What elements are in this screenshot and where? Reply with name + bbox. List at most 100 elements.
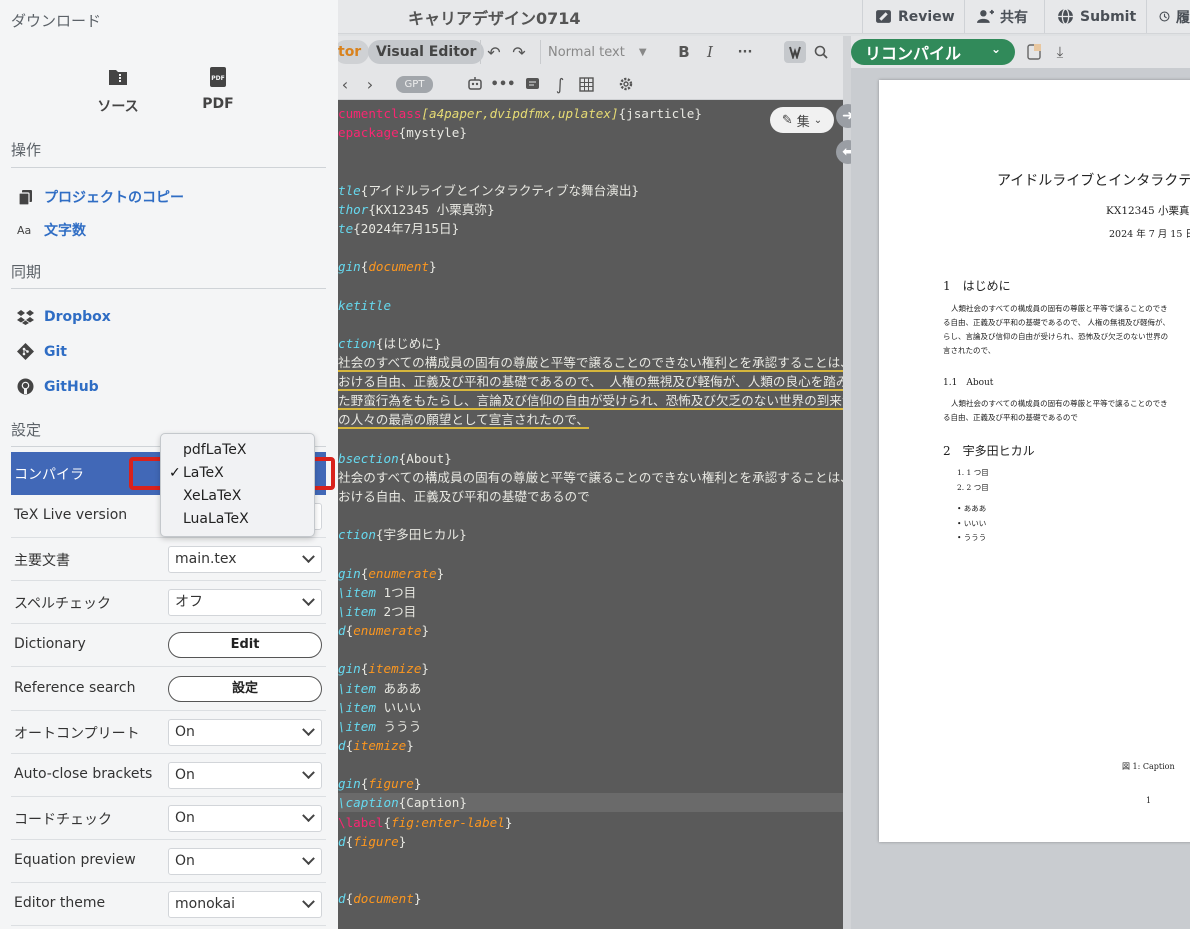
copy-project-link[interactable]: プロジェクトのコピー	[17, 187, 184, 207]
redo-icon[interactable]: ↷	[509, 42, 529, 62]
chevron-down-icon	[302, 765, 315, 779]
pdf-title: アイドルライブとインタラクテ	[997, 173, 1190, 189]
setting-value: オフ	[175, 594, 203, 611]
bold-button[interactable]: B	[674, 42, 694, 62]
code-editor-tab[interactable]: tor	[334, 40, 370, 64]
edit-mode-chip[interactable]: ✎ 集 ⌄	[770, 107, 834, 133]
download-source-button[interactable]: ソース	[78, 66, 158, 116]
code-token: 社会のすべての構成員の固有の尊厳と平等で譲ることのできない権利とを承認することは…	[338, 469, 843, 485]
code-line: \item ううう	[338, 717, 421, 736]
dropbox-label: Dropbox	[44, 308, 111, 325]
chevron-left-icon[interactable]: ‹	[338, 74, 352, 94]
compiler-option[interactable]: XeLaTeX	[183, 488, 241, 504]
edit-chip-label: 集	[796, 114, 810, 130]
code-token: \item	[338, 603, 376, 619]
setting-select[interactable]: オフ	[168, 589, 322, 617]
table-icon[interactable]	[576, 74, 596, 94]
setting-label: オートコンプリート	[14, 725, 140, 742]
code-line: の人々の最高の願望として宣言されたので、	[338, 410, 589, 430]
toggle-icon[interactable]	[784, 41, 806, 63]
setting-button[interactable]: 設定	[168, 675, 322, 702]
pdf-enum-item: 1. 1 つ目	[957, 468, 989, 477]
comment-icon[interactable]	[522, 74, 542, 94]
code-token: 2つ目	[375, 603, 417, 619]
divider	[11, 167, 326, 168]
pdf-paragraph-line: 人類社会のすべての構成員の固有の尊厳と平等で譲ることのでき	[951, 399, 1168, 408]
setting-label: TeX Live version	[14, 507, 128, 524]
setting-label: スペルチェック	[14, 596, 112, 613]
code-token: }	[406, 737, 414, 753]
compiler-option[interactable]: LaTeX	[183, 465, 224, 481]
code-line: ction{宇多田ヒカル}	[338, 525, 467, 544]
project-title: キャリアデザイン0714	[408, 9, 581, 28]
gear-icon[interactable]	[616, 74, 636, 94]
logs-icon[interactable]	[1025, 42, 1043, 62]
git-label: Git	[44, 343, 67, 360]
setting-label: Reference search	[14, 679, 136, 696]
dropbox-link[interactable]: Dropbox	[17, 308, 111, 325]
share-button[interactable]: 共有	[964, 0, 1044, 33]
history-icon	[1159, 11, 1170, 22]
git-link[interactable]: Git	[17, 343, 67, 360]
setting-select[interactable]: On	[168, 847, 322, 875]
undo-icon[interactable]: ↶	[484, 42, 504, 62]
recompile-dropdown-icon[interactable]: ⌄	[991, 42, 1001, 56]
copy-project-label: プロジェクトのコピー	[44, 190, 184, 206]
more-options-button[interactable]: ···	[734, 42, 756, 62]
italic-button[interactable]: I	[700, 42, 720, 62]
download-pdf-button[interactable]: PDF PDF	[178, 66, 258, 112]
code-token: た野蛮行為をもたらし、言論及び信仰の自由が受けられ、恐怖及び欠乏のない世界の到来…	[338, 393, 843, 411]
setting-row: スペルチェック オフ	[11, 581, 326, 625]
setting-row: コードチェック On	[11, 797, 326, 840]
code-token: いいい	[375, 699, 422, 715]
code-line: \item あああ	[338, 679, 421, 698]
code-token: {アイドルライブとインタラクティブな舞台演出}	[360, 182, 639, 198]
setting-button[interactable]: Edit	[168, 632, 322, 659]
chevron-right-icon[interactable]: ›	[363, 74, 377, 94]
code-token: cumentclass	[338, 106, 422, 121]
pdf-bullet-item: • いいい	[957, 519, 987, 528]
left-menu-panel: ダウンロード ソース PDF PDF 操作 プロジェクトのコピー Aa 文字数 …	[0, 0, 338, 929]
setting-select[interactable]: main.tex	[168, 546, 322, 574]
pdf-bullet-item: • ううう	[957, 533, 987, 542]
history-button[interactable]: 履	[1146, 0, 1190, 33]
code-line: d{itemize}	[338, 736, 414, 755]
github-link[interactable]: GitHub	[17, 378, 99, 395]
setting-label: Equation preview	[14, 851, 136, 868]
pdf-viewer[interactable]: アイドルライブとインタラクテ KX12345 小栗真弥 2024 年 7 月 1…	[851, 68, 1190, 929]
setting-select[interactable]: On	[168, 718, 322, 746]
pane-splitter[interactable]	[843, 36, 851, 929]
recompile-button[interactable]: リコンパイル ⌄	[851, 39, 1015, 65]
text-style-select[interactable]: Normal text ▼	[548, 42, 647, 62]
git-icon	[17, 343, 34, 360]
code-editor[interactable]: cumentclass[a4paper,dvipdfmx,uplatex]{js…	[338, 100, 843, 929]
robot-icon[interactable]	[465, 74, 485, 94]
compiler-option[interactable]: pdfLaTeX	[183, 442, 246, 458]
review-label: Review	[898, 8, 955, 25]
download-icon[interactable]: ⤓	[1051, 42, 1069, 62]
setting-select[interactable]: monokai	[168, 891, 322, 918]
code-token: d	[338, 833, 346, 849]
compiler-option[interactable]: LuaLaTeX	[183, 511, 249, 527]
actions-heading: 操作	[11, 141, 42, 159]
github-label: GitHub	[44, 378, 99, 395]
code-token: }	[421, 661, 430, 677]
word-count-link[interactable]: Aa 文字数	[17, 220, 86, 240]
pdf-page-number: 1	[1146, 796, 1152, 805]
submit-button[interactable]: Submit	[1044, 0, 1146, 33]
review-button[interactable]: Review	[862, 0, 964, 33]
setting-value: On	[175, 809, 195, 826]
gpt-button[interactable]: GPT	[396, 76, 433, 93]
search-icon[interactable]	[811, 42, 831, 62]
dots-icon[interactable]: •••	[491, 74, 516, 94]
code-line: おける自由、正義及び平和の基礎であるので、 人権の無視及び軽侮が、人類の良心を踏…	[338, 372, 843, 392]
formula-icon[interactable]: ∫	[550, 74, 570, 94]
visual-editor-tab[interactable]: Visual Editor	[368, 40, 485, 64]
setting-select[interactable]: On	[168, 804, 322, 832]
code-line: ketitle	[338, 296, 391, 315]
setting-select[interactable]: On	[168, 761, 322, 789]
code-line: \caption{Caption}	[338, 793, 843, 813]
check-icon: ✓	[169, 465, 181, 481]
code-token: gin	[338, 776, 361, 792]
code-token: }	[429, 259, 437, 275]
